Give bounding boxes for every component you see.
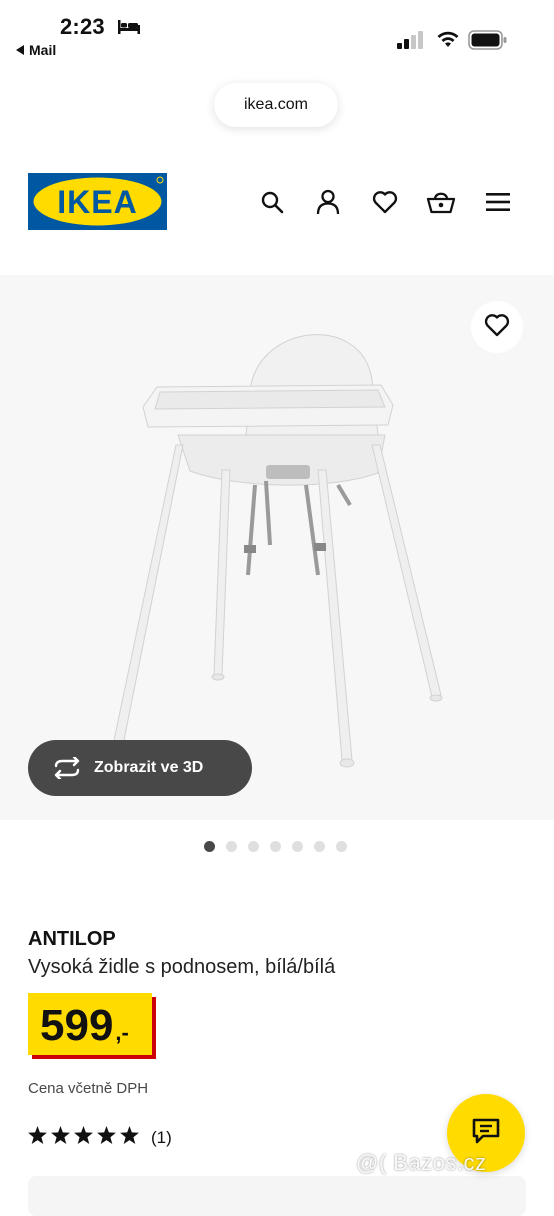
- wifi-icon: [436, 30, 460, 53]
- rating-count: (1): [151, 1127, 172, 1147]
- heart-icon[interactable]: [370, 187, 400, 217]
- star-icon: [97, 1126, 116, 1149]
- carousel-dot[interactable]: [248, 841, 259, 852]
- star-icon: [120, 1126, 139, 1149]
- star-icon: [74, 1126, 93, 1149]
- basket-icon[interactable]: [426, 187, 456, 217]
- rotate-3d-icon: [52, 757, 82, 779]
- status-time: 2:23: [60, 14, 105, 39]
- carousel-dot[interactable]: [204, 841, 215, 852]
- carousel-dot[interactable]: [226, 841, 237, 852]
- vat-note: Cena včetně DPH: [28, 1080, 149, 1097]
- battery-icon: [468, 30, 508, 55]
- url-text: ikea.com: [243, 96, 309, 113]
- product-image[interactable]: [0, 275, 554, 820]
- back-label: Mail: [29, 42, 57, 58]
- address-bar[interactable]: ikea.com: [214, 83, 338, 127]
- carousel-dot[interactable]: [292, 841, 303, 852]
- add-to-favorites-button[interactable]: [471, 301, 523, 353]
- view-in-3d-label: Zobrazit ve 3D: [94, 759, 204, 776]
- product-description: Vysoká židle s podnosem, bílá/bílá: [28, 956, 336, 978]
- bottom-info-card[interactable]: [28, 1176, 526, 1216]
- menu-icon[interactable]: [483, 187, 513, 217]
- svg-text:IKEA: IKEA: [57, 184, 137, 220]
- price-tag: 599 ,-: [28, 993, 152, 1055]
- heart-icon: [484, 313, 510, 342]
- back-to-mail-link[interactable]: Mail: [16, 42, 56, 58]
- product-rating[interactable]: (1): [28, 1126, 172, 1149]
- profile-icon[interactable]: [313, 187, 343, 217]
- watermark: @( Bazos.cz: [356, 1150, 487, 1175]
- carousel-dot[interactable]: [270, 841, 281, 852]
- sleep-mode-icon: [118, 20, 140, 39]
- ikea-logo[interactable]: IKEA: [28, 173, 167, 230]
- price-value: 599: [40, 1001, 114, 1050]
- price-suffix: ,-: [115, 1020, 129, 1045]
- star-icon: [51, 1126, 70, 1149]
- chat-icon: [471, 1117, 501, 1150]
- back-arrow-icon: [16, 42, 25, 58]
- product-name: ANTILOP: [28, 928, 116, 950]
- carousel-dot[interactable]: [336, 841, 347, 852]
- search-icon[interactable]: [257, 187, 287, 217]
- star-icon: [28, 1126, 47, 1149]
- image-carousel-dots[interactable]: [204, 841, 347, 852]
- cellular-signal-icon: [397, 31, 425, 54]
- view-in-3d-button[interactable]: Zobrazit ve 3D: [28, 740, 252, 796]
- carousel-dot[interactable]: [314, 841, 325, 852]
